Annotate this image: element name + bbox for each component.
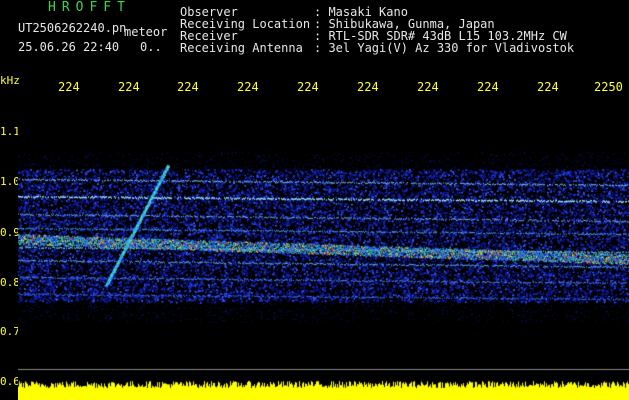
freq-tick: 0.9 xyxy=(0,226,20,239)
time-tick: 224 xyxy=(357,80,379,94)
file-name: UT2506262240.pn xyxy=(18,21,127,35)
time-tick: 224 xyxy=(417,80,439,94)
time-tick: 224 xyxy=(297,80,319,94)
file-tag: meteor xyxy=(124,25,168,39)
time-tick: 224 xyxy=(58,80,80,94)
app-title: HROFFT xyxy=(48,0,131,15)
spectrogram-canvas xyxy=(18,97,629,400)
frac-readout: 0.. xyxy=(140,40,162,54)
freq-tick: 0.7 xyxy=(0,325,20,338)
date-time: 25.06.26 22:40 xyxy=(18,40,120,54)
time-tick: 224 xyxy=(118,80,140,94)
freq-tick: 0.8 xyxy=(0,276,20,289)
time-tick: 224 xyxy=(477,80,499,94)
freq-tick: 1.1 xyxy=(0,125,20,138)
hrofft-window: HROFFT UT2506262240.pn meteor 25.06.26 2… xyxy=(0,0,629,400)
unit-label: kHz xyxy=(0,74,20,87)
antenna-label: Receiving Antenna xyxy=(180,41,303,55)
time-tick: 224 xyxy=(237,80,259,94)
time-tick: 224 xyxy=(537,80,559,94)
freq-tick: 0.6 xyxy=(0,375,20,388)
antenna-value: : 3el Yagi(V) Az 330 for Vladivostok xyxy=(314,41,575,55)
time-tick: 224 xyxy=(177,80,199,94)
freq-tick: 1.0 xyxy=(0,175,20,188)
time-tick: 2250 xyxy=(594,80,623,94)
